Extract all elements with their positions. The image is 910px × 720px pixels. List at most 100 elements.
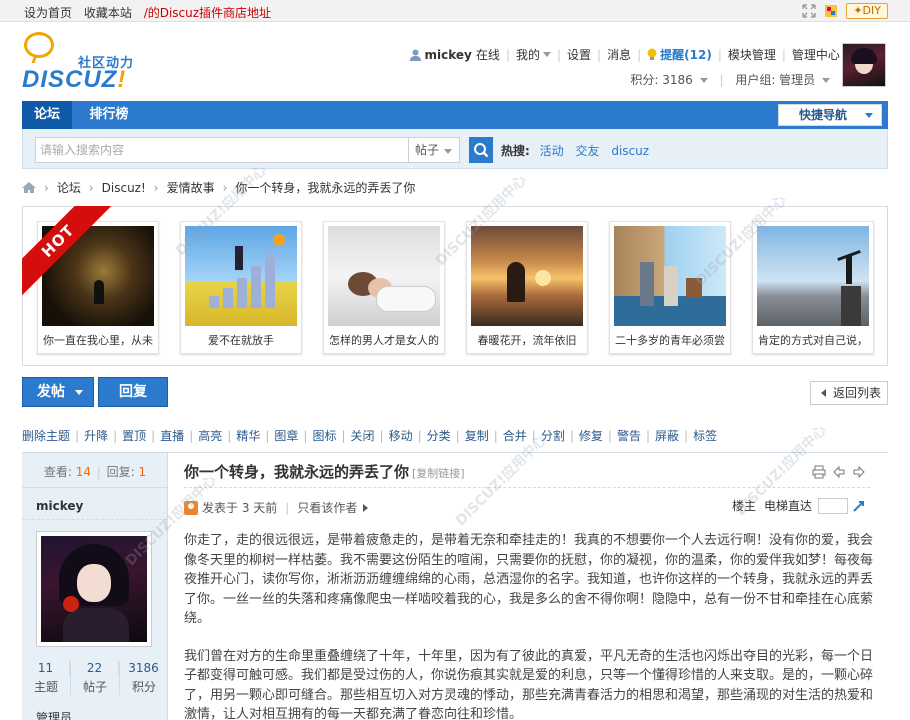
moderation-action[interactable]: 关闭 — [351, 429, 375, 443]
gallery-card[interactable]: 二十多岁的青年必须尝 — [609, 221, 731, 354]
online-status: 在线 — [475, 48, 500, 62]
gallery-card[interactable]: 春暖花开，流年依旧 — [466, 221, 588, 354]
top-right-tools: ✦DIY — [802, 3, 888, 19]
moderation-action[interactable]: 图标 — [312, 429, 336, 443]
gallery-caption: 肯定的方式对自己说， — [758, 334, 868, 347]
top-bar: 设为首页 收藏本站 /的Discuz插件商店地址 ✦DIY — [0, 0, 910, 22]
search-type-select[interactable]: 帖子 — [408, 137, 460, 163]
moderation-separator: | — [303, 429, 308, 443]
remind-link[interactable]: 提醒(12) — [660, 46, 712, 63]
reply-button[interactable]: 回复 — [98, 377, 168, 407]
messages-link[interactable]: 消息 — [607, 46, 631, 63]
floor-controls: 楼主 电梯直达 — [732, 497, 866, 514]
hot-keyword[interactable]: discuz — [611, 144, 649, 158]
breadcrumb-forum[interactable]: 论坛 — [57, 179, 81, 196]
moderation-action[interactable]: 分割 — [541, 429, 565, 443]
author-avatar[interactable] — [36, 531, 152, 647]
hot-keyword[interactable]: 交友 — [575, 144, 599, 158]
chevron-down-icon — [75, 390, 83, 395]
quick-nav-button[interactable]: 快捷导航 — [778, 104, 882, 126]
post-meta: 发表于 3 天前 | 只看该作者 — [184, 499, 369, 516]
author-stat-points[interactable]: 3186 积分 — [120, 661, 168, 695]
moderation-separator: | — [379, 429, 384, 443]
author-stat-threads[interactable]: 11 主题 — [22, 661, 71, 695]
next-thread-icon[interactable] — [852, 465, 866, 479]
author-stats: 11 主题 22 帖子 3186 积分 — [22, 661, 168, 695]
gallery-caption: 你一直在我心里，从未 — [43, 334, 153, 347]
prev-thread-icon[interactable] — [832, 465, 846, 479]
moderation-action[interactable]: 升降 — [84, 429, 108, 443]
search-button[interactable] — [469, 137, 493, 163]
user-icon — [409, 49, 421, 61]
bulb-icon — [647, 48, 657, 60]
chevron-down-icon — [542, 51, 551, 57]
copy-link[interactable]: [复制链接] — [412, 467, 465, 480]
plugin-store-link[interactable]: /的Discuz插件商店地址 — [144, 6, 271, 20]
moderation-separator: | — [151, 429, 156, 443]
set-home-link[interactable]: 设为首页 — [24, 6, 72, 20]
caret-right-icon — [363, 503, 369, 512]
hot-keyword[interactable]: 活动 — [540, 144, 564, 158]
bookmark-link[interactable]: 收藏本站 — [84, 6, 132, 20]
moderation-action[interactable]: 置顶 — [122, 429, 146, 443]
user-avatar[interactable] — [842, 43, 886, 87]
moderation-action[interactable]: 图章 — [274, 429, 298, 443]
moderation-action[interactable]: 标签 — [693, 429, 717, 443]
breadcrumb-board[interactable]: 爱情故事 — [167, 179, 215, 196]
tab-forum[interactable]: 论坛 — [22, 101, 72, 129]
post-author-sidebar: 查看: 14 | 回复: 1 mickey 11 主题 22 帖子 3186 积分 管… — [22, 453, 168, 720]
site-logo[interactable]: 社区动力 DISCUZ! — [22, 30, 152, 96]
moderation-action[interactable]: 删除主题 — [22, 429, 70, 443]
gallery-card[interactable]: 肯定的方式对自己说， — [752, 221, 874, 354]
hot-search-label: 热搜: — [501, 144, 530, 158]
post-time: 发表于 3 天前 — [202, 501, 278, 515]
points-link[interactable]: 积分: 3186 — [630, 73, 692, 87]
breadcrumb-current: 你一个转身，我就永远的弄丢了你 — [235, 181, 416, 195]
moderation-separator: | — [607, 429, 612, 443]
moderation-action[interactable]: 分类 — [427, 429, 451, 443]
moderation-action[interactable]: 移动 — [389, 429, 413, 443]
post-paragraph: 我们曾在对方的生命里重叠缠绕了十年，十年里，因为有了彼此的真爱，平凡无奇的生活也… — [184, 648, 874, 720]
module-manage-link[interactable]: 模块管理 — [728, 46, 776, 63]
settings-link[interactable]: 设置 — [567, 46, 591, 63]
moderation-separator: | — [417, 429, 422, 443]
top-links: 设为首页 收藏本站 /的Discuz插件商店地址 — [24, 4, 279, 21]
search-input[interactable]: 请输入搜索内容 — [35, 137, 409, 163]
fullscreen-icon[interactable] — [802, 4, 817, 18]
username-link[interactable]: mickey — [425, 48, 472, 62]
author-name[interactable]: mickey — [36, 499, 83, 513]
print-icon[interactable] — [812, 465, 826, 479]
gallery-card[interactable]: 爱不在就放手 — [180, 221, 302, 354]
my-menu[interactable]: 我的 — [516, 46, 540, 63]
theme-icon[interactable] — [824, 4, 838, 18]
admin-center-link[interactable]: 管理中心 — [792, 46, 840, 63]
user-info: 积分: 3186 | 用户组: 管理员 — [630, 71, 830, 88]
author-stat-posts[interactable]: 22 帖子 — [71, 661, 120, 695]
moderation-action[interactable]: 合并 — [503, 429, 527, 443]
moderation-action[interactable]: 高亮 — [198, 429, 222, 443]
new-post-button[interactable]: 发帖 — [22, 377, 94, 407]
gallery-image — [471, 226, 583, 326]
moderation-action[interactable]: 警告 — [617, 429, 641, 443]
tab-ranking[interactable]: 排行榜 — [76, 101, 142, 129]
moderation-separator: | — [75, 429, 80, 443]
diy-button[interactable]: ✦DIY — [846, 3, 888, 19]
gallery-card[interactable]: 怎样的男人才是女人的 — [323, 221, 445, 354]
gallery-image — [614, 226, 726, 326]
chevron-down-icon — [865, 113, 873, 118]
only-author-link[interactable]: 只看该作者 — [297, 499, 357, 516]
home-icon[interactable] — [22, 182, 36, 193]
moderation-action[interactable]: 复制 — [465, 429, 489, 443]
goto-floor-input[interactable] — [818, 497, 848, 514]
moderation-action[interactable]: 精华 — [236, 429, 260, 443]
logo-wordmark: DISCUZ! — [22, 66, 127, 93]
goto-arrow-icon[interactable] — [852, 499, 866, 513]
moderation-action[interactable]: 修复 — [579, 429, 603, 443]
breadcrumb-discuz[interactable]: Discuz! — [102, 181, 146, 195]
moderation-action[interactable]: 屏蔽 — [655, 429, 679, 443]
gallery-caption: 爱不在就放手 — [208, 334, 274, 347]
post-title: 你一个转身，我就永远的弄丢了你 [复制链接] — [184, 463, 465, 481]
user-group-link[interactable]: 用户组: 管理员 — [735, 73, 815, 87]
moderation-action[interactable]: 直播 — [160, 429, 184, 443]
back-to-list-button[interactable]: 返回列表 — [810, 381, 888, 405]
